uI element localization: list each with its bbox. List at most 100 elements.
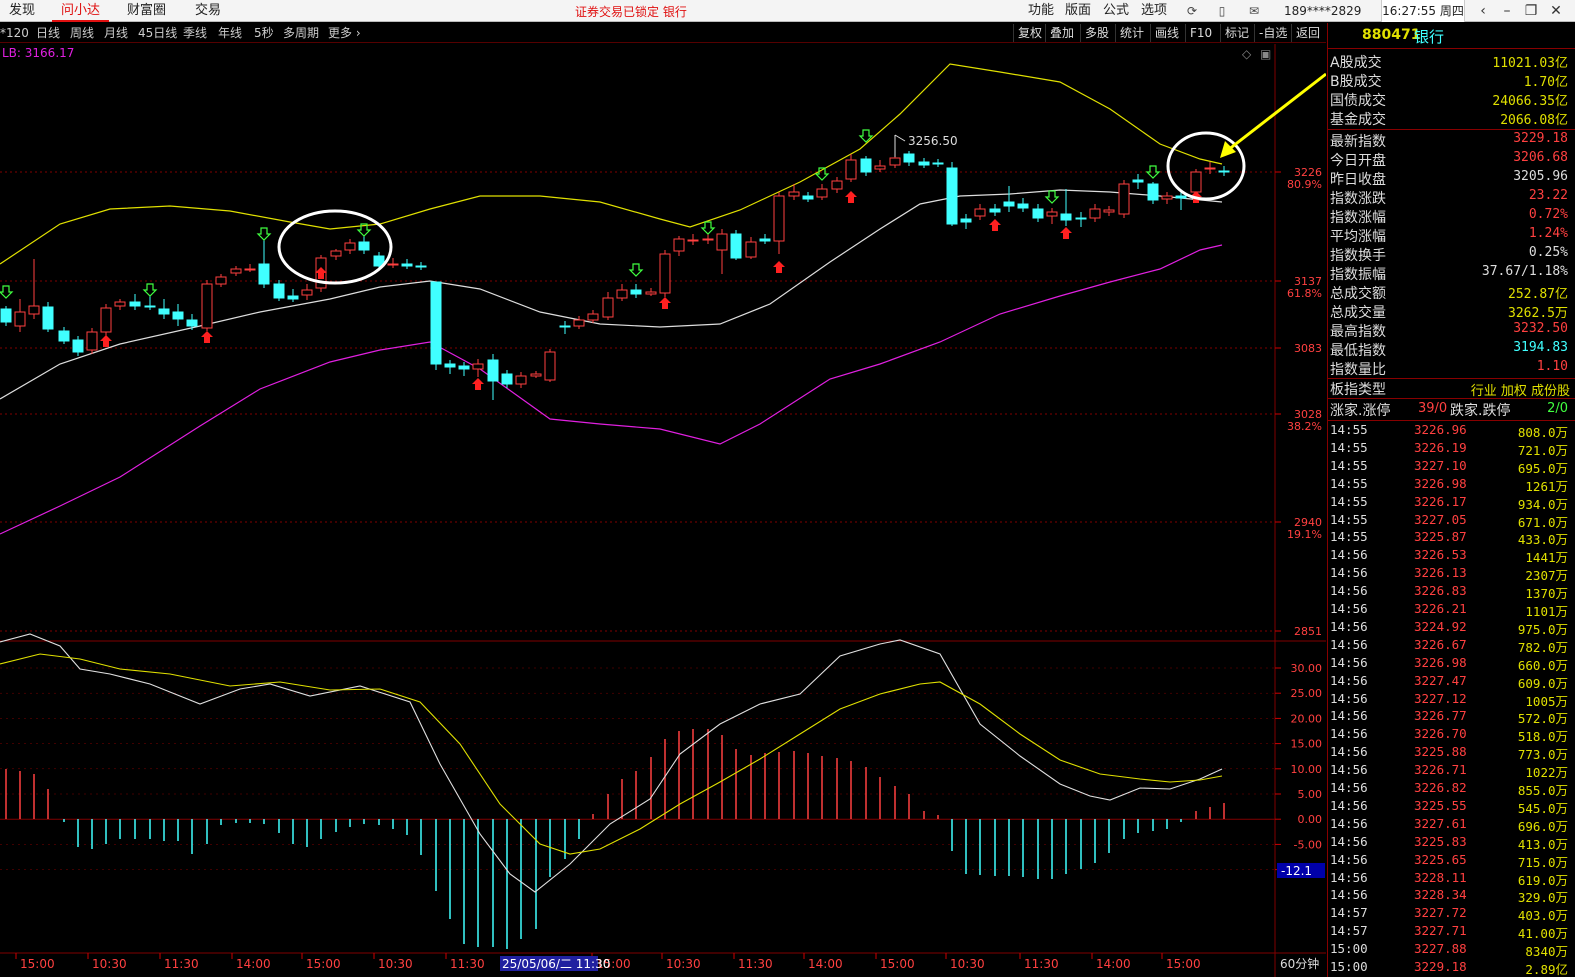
macd-axis-label: 25.00	[1291, 687, 1323, 700]
macd-axis-label: 10.00	[1291, 763, 1323, 776]
tab-wealth-circle[interactable]: 财富圈	[118, 0, 175, 22]
down-count: 2/0	[1547, 401, 1568, 416]
time-axis-label: 11:30	[738, 957, 773, 971]
candle-up	[573, 316, 585, 329]
candle-up	[330, 249, 342, 260]
tick-price: 3226.98	[1414, 654, 1467, 670]
mobile-icon[interactable]: ▯	[1214, 3, 1230, 19]
period-multi[interactable]: 多周期	[283, 23, 319, 43]
time-axis-label: 15:00	[1166, 957, 1201, 971]
time-axis-label: 15:00	[306, 957, 341, 971]
tick-row: 14:57 3227.71 41.00万	[1328, 923, 1575, 941]
btn-adjust[interactable]: 复权	[1013, 24, 1046, 42]
quote-row: 指数涨幅 0.72%	[1328, 207, 1575, 226]
close-icon[interactable]: ✕	[1545, 1, 1567, 21]
bollinger-lower-line	[0, 244, 1223, 535]
btn-stats[interactable]: 统计	[1115, 24, 1148, 42]
btn-mark[interactable]: 标记	[1220, 24, 1253, 42]
back-icon[interactable]: ‹	[1472, 1, 1494, 21]
period-45day[interactable]: 45日线	[138, 23, 177, 43]
tick-price: 3226.13	[1414, 565, 1467, 581]
quote-row-label: 总成交额	[1330, 286, 1386, 302]
candle-down	[158, 299, 170, 319]
tab-trade[interactable]: 交易	[186, 0, 230, 22]
tick-row: 14:57 3227.72 403.0万	[1328, 905, 1575, 923]
candle-up	[845, 154, 857, 182]
chart-toolbar: *120 日线 周线 月线 45日线 季线 年线 5秒 多周期 更多 › 复权 …	[0, 23, 1326, 43]
price-axis-label: 3083	[1294, 342, 1322, 355]
annotation-circle-left	[277, 209, 393, 285]
tick-row: 14:56 3228.11 619.0万	[1328, 870, 1575, 888]
tick-volume: 518.0万	[1517, 729, 1568, 745]
tick-volume: 329.0万	[1517, 890, 1568, 906]
sell-signal-icon	[0, 285, 14, 299]
tab-discover[interactable]: 发现	[0, 0, 44, 22]
period-quarter[interactable]: 季线	[183, 23, 207, 43]
tick-volume: 671.0万	[1517, 514, 1568, 530]
candle-down	[458, 362, 470, 376]
refresh-icon[interactable]: ⟳	[1184, 3, 1200, 19]
period-day[interactable]: 日线	[36, 23, 60, 43]
tick-volume: 855.0万	[1517, 783, 1568, 798]
candle-up	[702, 234, 714, 244]
period-week[interactable]: 周线	[70, 23, 94, 43]
annotation-arrow	[1227, 72, 1326, 152]
quote-row: 基金成交 2066.08亿	[1328, 109, 1575, 128]
panel-toggle-icon[interactable]: ▣	[1260, 47, 1271, 61]
quote-row: A股成交 11021.03亿	[1328, 52, 1575, 71]
quote-row: 总成交量 3262.5万	[1328, 302, 1575, 321]
period-5sec[interactable]: 5秒	[254, 23, 274, 43]
restore-icon[interactable]: ❐	[1520, 1, 1542, 21]
quote-row-label: A股成交	[1330, 55, 1382, 71]
tick-volume: 545.0万	[1517, 800, 1568, 816]
period-more[interactable]: 更多 ›	[328, 23, 361, 43]
candle-down	[430, 281, 442, 370]
quote-row-value: 1.10	[1536, 359, 1568, 374]
tick-row: 15:00 3229.18 2.89亿	[1328, 959, 1575, 977]
menu-formula[interactable]: 公式	[1103, 0, 1129, 22]
sell-signal-icon	[700, 221, 716, 235]
candle-down	[946, 162, 958, 226]
candle-down	[273, 280, 285, 301]
tick-time: 14:56	[1330, 815, 1368, 831]
buy-signal-icon	[100, 335, 112, 347]
menu-options[interactable]: 选项	[1141, 0, 1167, 22]
menu-layout[interactable]: 版面	[1065, 0, 1091, 22]
btn-f10[interactable]: F10	[1185, 24, 1216, 42]
period-month[interactable]: 月线	[104, 23, 128, 43]
tick-time: 15:00	[1330, 941, 1368, 957]
tick-volume: 715.0万	[1517, 854, 1568, 870]
candle-up	[86, 328, 98, 354]
time-axis-label: 15:00	[20, 957, 55, 971]
menu-function[interactable]: 功能	[1028, 0, 1054, 22]
candle-down	[487, 354, 499, 400]
mail-icon[interactable]: ✉	[1246, 3, 1262, 19]
sell-signal-icon	[256, 227, 272, 241]
tick-time: 14:57	[1330, 923, 1368, 939]
period-year[interactable]: 年线	[218, 23, 242, 43]
macd-axis-label: 15.00	[1291, 738, 1323, 751]
tick-price: 3225.65	[1414, 851, 1467, 867]
buy-signal-icon	[472, 378, 484, 390]
tab-wenxiaoda[interactable]: 问小达	[52, 0, 110, 22]
minimize-icon[interactable]: –	[1496, 1, 1518, 21]
account-id[interactable]: 189****2829	[1284, 0, 1361, 22]
tick-row: 14:55 3225.87 433.0万	[1328, 529, 1575, 547]
tick-row: 14:55 3226.98 1261万	[1328, 476, 1575, 494]
btn-overlay[interactable]: 叠加	[1045, 24, 1078, 42]
quote-row-value: 252.87亿	[1508, 287, 1568, 302]
btn-draw[interactable]: 画线	[1150, 24, 1183, 42]
tick-row: 14:56 3226.53 1441万	[1328, 547, 1575, 565]
period-120[interactable]: *120	[0, 23, 29, 43]
tick-time: 14:55	[1330, 475, 1368, 491]
btn-watchlist[interactable]: -自选	[1254, 24, 1291, 42]
candle-down	[287, 289, 299, 302]
btn-multistock[interactable]: 多股	[1080, 24, 1113, 42]
btn-back[interactable]: 返回	[1291, 24, 1324, 42]
fib-pct-label: 38.2%	[1287, 420, 1322, 433]
settings-diamond-icon[interactable]: ◇	[1242, 47, 1252, 61]
sell-signal-icon	[628, 263, 644, 277]
trade-lock-message: 证券交易已锁定 银行	[575, 5, 687, 19]
kline-chart-area[interactable]: LB: 3166.17 ◇ ▣ 322680.9%313761.8%308330…	[0, 44, 1326, 977]
tick-row: 14:56 3226.77 572.0万	[1328, 708, 1575, 726]
